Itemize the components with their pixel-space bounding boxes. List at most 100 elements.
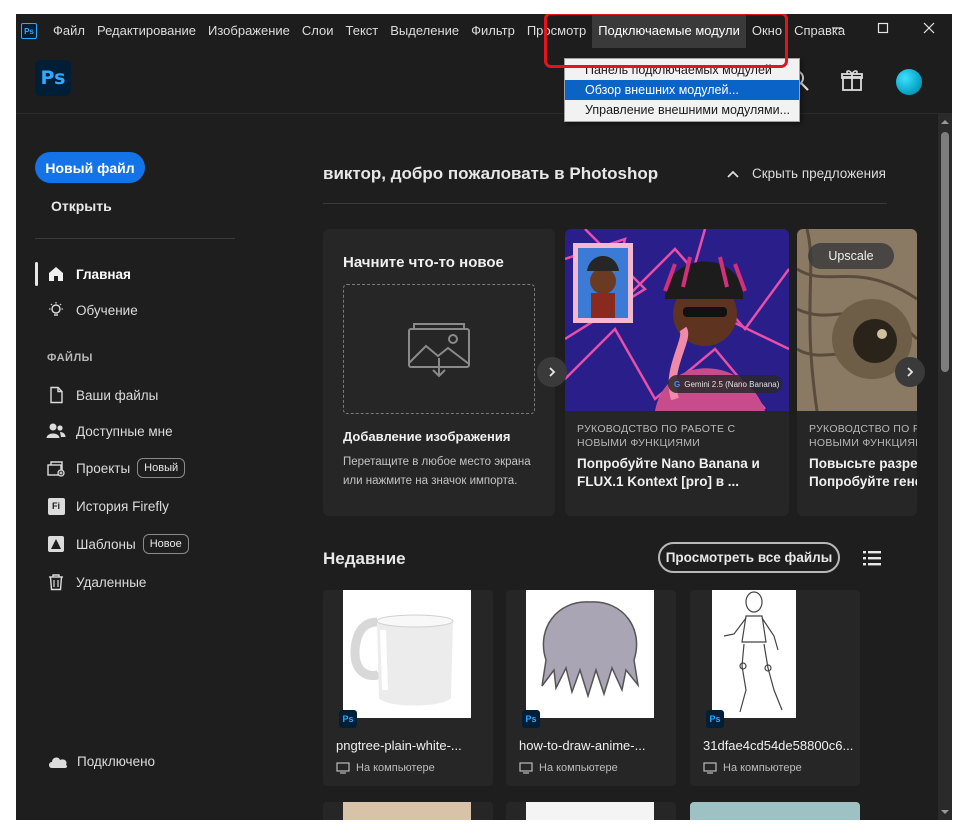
- maximize-button[interactable]: [860, 14, 906, 42]
- menu-plugins[interactable]: Подключаемые модули: [592, 14, 746, 48]
- sidebar-item-firefly-history[interactable]: Fi История Firefly: [46, 495, 169, 517]
- home-main: виктор, добро пожаловать в Photoshop Скр…: [256, 114, 938, 820]
- sidebar-item-label: Шаблоны: [76, 536, 136, 552]
- maximize-icon: [877, 22, 889, 34]
- minimize-button[interactable]: [814, 14, 860, 42]
- view-all-files-button[interactable]: Просмотреть все файлы: [658, 542, 840, 573]
- file-location: На компьютере: [336, 762, 435, 774]
- sidebar-item-shared[interactable]: Доступные мне: [46, 420, 173, 442]
- scrollbar-thumb[interactable]: [941, 132, 949, 372]
- sidebar-item-label: Доступные мне: [76, 423, 173, 439]
- active-indicator: [35, 262, 38, 286]
- files-section-label: ФАЙЛЫ: [47, 352, 93, 364]
- new-badge: Новое: [142, 534, 189, 554]
- sidebar-item-deleted[interactable]: Удаленные: [46, 571, 146, 593]
- recent-file-card[interactable]: Ps pngtree-plain-white-... На компьютере: [323, 590, 493, 786]
- ps-file-badge: Ps: [706, 710, 724, 728]
- ps-file-badge: Ps: [339, 710, 357, 728]
- recent-file-card[interactable]: Ps 31dfae4cd54de58800c6... На компьютере: [690, 590, 860, 786]
- promo-card-nano-banana[interactable]: G Gemini 2.5 (Nano Banana) РУКОВОДСТВО П…: [565, 229, 789, 516]
- trash-icon: [46, 572, 66, 592]
- image-drop-zone[interactable]: [343, 284, 535, 414]
- open-button[interactable]: Открыть: [51, 198, 112, 214]
- sidebar-item-your-files[interactable]: Ваши файлы: [46, 384, 158, 406]
- sidebar: Новый файл Открыть Главная Обучение ФАЙЛ…: [16, 114, 256, 820]
- main-scrollbar[interactable]: [938, 114, 952, 820]
- menu-window[interactable]: Окно: [746, 14, 788, 48]
- templates-icon: [46, 534, 66, 554]
- recent-file-card-partial[interactable]: [690, 802, 860, 820]
- file-location: На компьютере: [703, 762, 802, 774]
- scroll-up-icon[interactable]: [938, 116, 952, 128]
- chevron-right-icon: [907, 367, 914, 377]
- start-new-card[interactable]: Начните что-то новое Добавление изображе…: [323, 229, 555, 516]
- chevron-up-icon: [727, 170, 739, 178]
- close-icon: [923, 22, 935, 34]
- promo-kicker: РУКОВОДСТВО ПО РАБОТЕ С НОВЫМИ ФУНКЦИЯМИ: [809, 423, 917, 449]
- sidebar-item-label: Ваши файлы: [76, 387, 159, 403]
- recent-file-card-partial[interactable]: [323, 802, 493, 820]
- menu-filter[interactable]: Фильтр: [465, 14, 521, 48]
- chevron-right-icon: [549, 367, 556, 377]
- start-card-title: Начните что-то новое: [343, 254, 504, 271]
- window-controls: [814, 14, 952, 42]
- file-name: pngtree-plain-white-...: [336, 738, 462, 753]
- file-thumbnail-mannequin: [712, 590, 796, 718]
- menu-file[interactable]: Файл: [47, 14, 91, 48]
- promo-headline: Повысьте разрешение. Попробуйте генерати…: [809, 456, 917, 489]
- google-g-icon: G: [674, 379, 681, 389]
- menu-layers[interactable]: Слои: [296, 14, 340, 48]
- app-header: Ps: [16, 48, 952, 114]
- scroll-down-icon[interactable]: [938, 806, 952, 818]
- promo-kicker: РУКОВОДСТВО ПО РАБОТЕ С НОВЫМИ ФУНКЦИЯМИ: [577, 423, 736, 449]
- close-button[interactable]: [906, 14, 952, 42]
- sidebar-item-label: Главная: [76, 266, 131, 282]
- sidebar-item-label: Удаленные: [76, 574, 147, 590]
- cloud-icon: [49, 757, 68, 768]
- sidebar-item-home[interactable]: Главная: [46, 263, 131, 285]
- carousel-next-button[interactable]: [537, 357, 567, 387]
- new-badge: Новый: [137, 458, 186, 478]
- sidebar-item-templates[interactable]: Шаблоны Новое: [46, 533, 189, 555]
- import-image-icon: [408, 323, 470, 378]
- minimize-icon: [832, 27, 842, 29]
- computer-icon: [336, 762, 350, 774]
- hide-suggestions-label: Скрыть предложения: [752, 166, 886, 181]
- menu-image[interactable]: Изображение: [202, 14, 296, 48]
- menu-view[interactable]: Просмотр: [521, 14, 592, 48]
- gift-icon[interactable]: [840, 68, 864, 92]
- list-view-icon[interactable]: [862, 548, 882, 568]
- menu-item-manage-plugins[interactable]: Управление внешними модулями...: [565, 100, 799, 120]
- home-icon: [46, 264, 66, 284]
- sync-status-label: Подключено: [77, 754, 156, 769]
- computer-icon: [703, 762, 717, 774]
- photoshop-window: Ps Файл Редактирование Изображение Слои …: [16, 14, 952, 820]
- menu-type[interactable]: Текст: [340, 14, 385, 48]
- shared-users-icon: [46, 421, 66, 441]
- sidebar-divider: [35, 238, 235, 239]
- model-pill-label: Gemini 2.5 (Nano Banana): [684, 379, 780, 389]
- recent-file-card-partial[interactable]: [506, 802, 676, 820]
- new-file-button[interactable]: Новый файл: [35, 152, 145, 183]
- user-avatar[interactable]: [896, 69, 922, 95]
- menu-item-browse-plugins[interactable]: Обзор внешних модулей...: [565, 80, 799, 100]
- computer-icon: [519, 762, 533, 774]
- recent-file-card[interactable]: Ps how-to-draw-anime-... На компьютере: [506, 590, 676, 786]
- photoshop-logo[interactable]: Ps: [35, 60, 71, 96]
- firefly-icon-glyph: Fi: [47, 497, 65, 515]
- file-name: how-to-draw-anime-...: [519, 738, 646, 753]
- hide-suggestions-button[interactable]: Скрыть предложения: [726, 166, 886, 181]
- menu-edit[interactable]: Редактирование: [91, 14, 202, 48]
- menu-select[interactable]: Выделение: [384, 14, 465, 48]
- projects-icon: [46, 458, 66, 478]
- carousel-next-button-2[interactable]: [895, 357, 925, 387]
- sidebar-item-learn[interactable]: Обучение: [46, 299, 138, 321]
- app-icon: Ps: [21, 23, 37, 39]
- lightbulb-icon: [46, 300, 66, 320]
- menu-bar: Ps Файл Редактирование Изображение Слои …: [16, 14, 952, 48]
- recent-heading: Недавние: [323, 549, 406, 568]
- menu-item-plugins-panel[interactable]: Панель подключаемых модулей: [565, 60, 799, 80]
- sidebar-item-projects[interactable]: Проекты Новый: [46, 457, 186, 479]
- upscale-pill: Upscale: [808, 243, 894, 269]
- add-image-description: Перетащите в любое место экрана или нажм…: [343, 456, 531, 487]
